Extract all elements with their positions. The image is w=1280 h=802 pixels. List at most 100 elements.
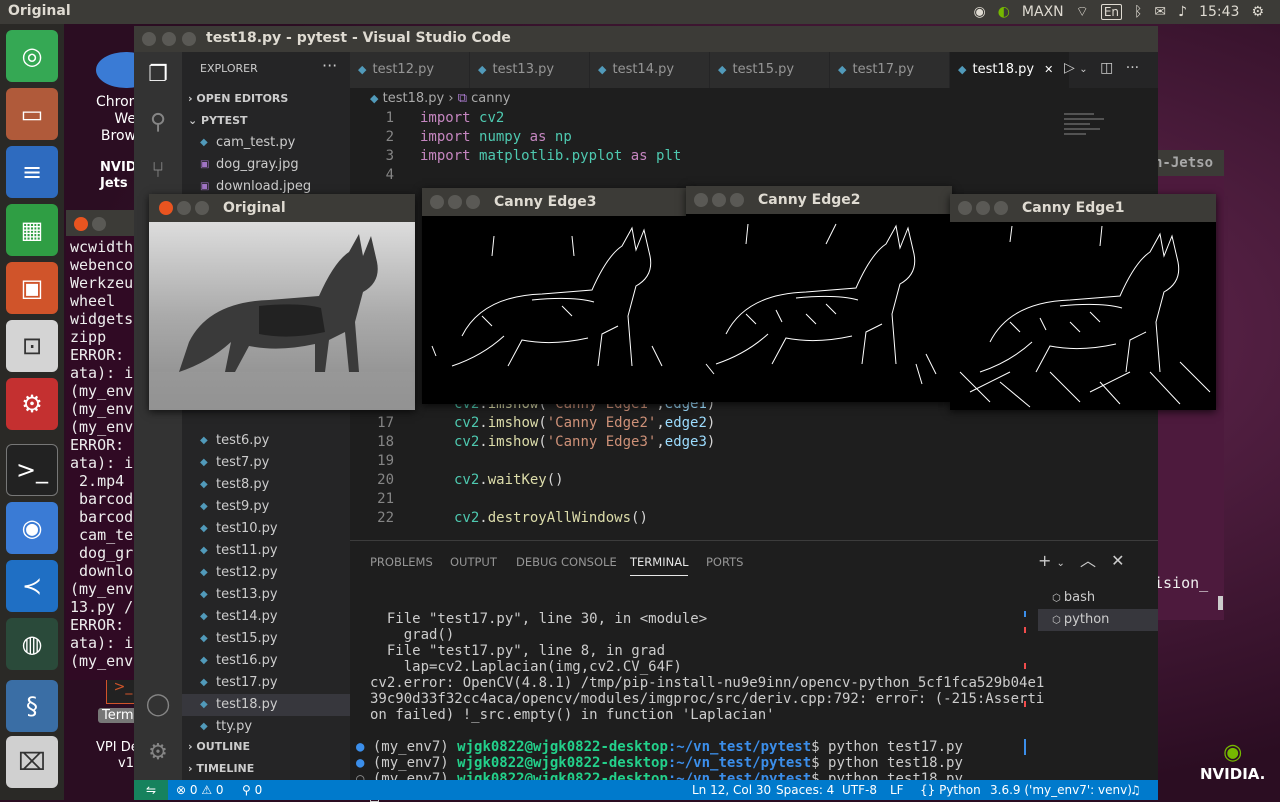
minimize-icon[interactable] bbox=[177, 201, 191, 215]
minimize-icon[interactable] bbox=[92, 217, 106, 231]
file-item[interactable]: ◆ test18.py bbox=[182, 694, 350, 716]
minimize-icon[interactable] bbox=[448, 195, 462, 209]
minimize-icon[interactable] bbox=[976, 201, 990, 215]
canny-edge2-window[interactable]: Canny Edge2 bbox=[686, 186, 952, 402]
close-tab-icon[interactable]: ✕ bbox=[1044, 63, 1053, 76]
editor-tab[interactable]: ◆ test14.py bbox=[590, 52, 710, 88]
file-item[interactable]: ◆ test15.py bbox=[182, 628, 350, 650]
screenshot-icon[interactable]: ⌧ bbox=[6, 736, 58, 788]
editor-tab[interactable]: ◆ test13.py bbox=[470, 52, 590, 88]
code-line[interactable]: cv2.imshow('Canny Edge2',edge2) bbox=[454, 415, 715, 431]
terminal-instance[interactable]: ⬡ bash bbox=[1038, 587, 1158, 609]
canny-edge3-window[interactable]: Canny Edge3 bbox=[422, 188, 688, 404]
split-editor-icon[interactable]: ◫ bbox=[1100, 60, 1113, 76]
wifi-icon[interactable]: ⌔ bbox=[1076, 3, 1089, 21]
mail-icon[interactable]: ✉ bbox=[1154, 4, 1166, 20]
account-icon[interactable]: ◯ bbox=[144, 692, 172, 720]
python-interpreter[interactable]: 3.6.9 ('my_env7': venv) bbox=[990, 780, 1132, 800]
vscode-icon[interactable]: ≺ bbox=[6, 560, 58, 612]
language-mode[interactable]: {} Python bbox=[920, 780, 981, 800]
maximize-icon[interactable] bbox=[994, 201, 1008, 215]
indentation[interactable]: Spaces: 4 bbox=[776, 780, 834, 800]
timeline-section[interactable]: › TIMELINE bbox=[188, 762, 254, 775]
close-panel-icon[interactable]: ✕ bbox=[1111, 551, 1124, 570]
ubuntu-home-icon[interactable]: ◎ bbox=[6, 30, 58, 82]
file-item[interactable]: ◆ test9.py bbox=[182, 496, 350, 518]
maximize-icon[interactable] bbox=[730, 193, 744, 207]
command-status-icon[interactable]: ● bbox=[356, 739, 373, 755]
file-item[interactable]: ◆ test6.py bbox=[182, 430, 350, 452]
impress-icon[interactable]: ▣ bbox=[6, 262, 58, 314]
manage-gear-icon[interactable]: ⚙ bbox=[144, 740, 172, 768]
close-icon[interactable] bbox=[694, 193, 708, 207]
close-icon[interactable] bbox=[958, 201, 972, 215]
system-tray[interactable]: ◉ ◐ MAXN ⌔ En ᛒ ✉ ♪ 15:43 ⚙ bbox=[973, 3, 1264, 21]
problems-status[interactable]: ⊗ 0 ⚠ 0 bbox=[176, 780, 224, 800]
panel-tab-output[interactable]: OUTPUT bbox=[450, 555, 497, 569]
panel-tab-problems[interactable]: PROBLEMS bbox=[370, 555, 433, 569]
chevron-down-icon[interactable]: ⌄ bbox=[1057, 558, 1065, 569]
file-item[interactable]: ◆ test13.py bbox=[182, 584, 350, 606]
editor-tab[interactable]: ◆ test17.py bbox=[830, 52, 950, 88]
code-line[interactable]: cv2.imshow('Canny Edge3',edge3) bbox=[454, 434, 715, 450]
minimap[interactable] bbox=[1064, 110, 1124, 160]
file-item[interactable]: ◆ test17.py bbox=[182, 672, 350, 694]
source-control-icon[interactable]: ⑂ bbox=[144, 158, 172, 186]
volume-icon[interactable]: ♪ bbox=[1178, 4, 1187, 20]
close-icon[interactable] bbox=[159, 201, 173, 215]
cursor-position[interactable]: Ln 12, Col 30 bbox=[692, 780, 771, 800]
maximize-panel-icon[interactable]: ︿ bbox=[1080, 551, 1096, 570]
power-mode-label[interactable]: MAXN bbox=[1022, 4, 1064, 20]
more-icon[interactable]: ··· bbox=[1126, 60, 1139, 76]
minimize-icon[interactable] bbox=[712, 193, 726, 207]
calc-icon[interactable]: ▦ bbox=[6, 204, 58, 256]
canny-edge1-window[interactable]: Canny Edge1 bbox=[950, 194, 1216, 410]
explorer-icon[interactable]: ❐ bbox=[144, 62, 172, 90]
command-status-icon[interactable]: ● bbox=[356, 755, 373, 771]
file-item[interactable]: ◆ test16.py bbox=[182, 650, 350, 672]
editor-tab[interactable]: ◆ test15.py bbox=[710, 52, 830, 88]
terminal-output[interactable]: File "test17.py", line 30, in <module> g… bbox=[350, 583, 1044, 802]
panel-tab-ports[interactable]: PORTS bbox=[706, 555, 743, 569]
bluetooth-icon[interactable]: ᛒ bbox=[1134, 4, 1142, 20]
files-icon[interactable]: ▭ bbox=[6, 88, 58, 140]
terminal-instance[interactable]: ⬡ python bbox=[1038, 609, 1158, 631]
python-icon[interactable]: § bbox=[6, 680, 58, 732]
file-item[interactable]: ◆ test14.py bbox=[182, 606, 350, 628]
chevron-down-icon[interactable]: ⌄ bbox=[1079, 64, 1087, 75]
open-editors-section[interactable]: › OPEN EDITORS bbox=[188, 92, 288, 105]
maximize-icon[interactable] bbox=[182, 32, 196, 46]
file-item[interactable]: ◆ test10.py bbox=[182, 518, 350, 540]
breadcrumb-symbol[interactable]: canny bbox=[471, 91, 510, 106]
search-icon[interactable]: ⚲ bbox=[144, 110, 172, 138]
canny-edge3-titlebar[interactable]: Canny Edge3 bbox=[422, 188, 688, 216]
code-line[interactable]: cv2.destroyAllWindows() bbox=[454, 510, 648, 526]
original-image-window[interactable]: Original bbox=[149, 194, 415, 410]
outline-section[interactable]: › OUTLINE bbox=[188, 740, 250, 753]
settings-icon[interactable]: ⚙ bbox=[6, 378, 58, 430]
editor-tab[interactable]: ◆ test18.py ✕ bbox=[950, 52, 1070, 88]
original-titlebar[interactable]: Original bbox=[149, 194, 415, 222]
file-item[interactable]: ◆ test8.py bbox=[182, 474, 350, 496]
remote-icon[interactable]: ⇋ bbox=[134, 780, 168, 800]
gear-icon[interactable]: ⚙ bbox=[1251, 4, 1264, 20]
ports-status[interactable]: ⚲ 0 bbox=[242, 780, 262, 800]
more-actions-icon[interactable]: ··· bbox=[322, 56, 337, 75]
code-line[interactable]: cv2.waitKey() bbox=[454, 472, 564, 488]
close-icon[interactable] bbox=[430, 195, 444, 209]
canny-edge2-titlebar[interactable]: Canny Edge2 bbox=[686, 186, 952, 214]
terminal-icon[interactable]: >_ bbox=[6, 444, 58, 496]
panel-tab-terminal[interactable]: TERMINAL bbox=[630, 555, 689, 576]
code-line[interactable]: import cv2 bbox=[420, 110, 504, 126]
chrome-tray-icon[interactable]: ◉ bbox=[973, 4, 985, 20]
run-icon[interactable]: ▷ bbox=[1064, 60, 1075, 76]
pytest-folder[interactable]: ⌄ PYTEST bbox=[188, 114, 248, 127]
chromium-icon[interactable]: ◉ bbox=[6, 502, 58, 554]
file-item[interactable]: ◆ test7.py bbox=[182, 452, 350, 474]
canny-edge1-titlebar[interactable]: Canny Edge1 bbox=[950, 194, 1216, 222]
clock[interactable]: 15:43 bbox=[1199, 4, 1239, 20]
maximize-icon[interactable] bbox=[466, 195, 480, 209]
new-terminal-icon[interactable]: + bbox=[1038, 551, 1051, 570]
end-of-line[interactable]: LF bbox=[890, 780, 904, 800]
camera-icon[interactable]: ◍ bbox=[6, 618, 58, 670]
